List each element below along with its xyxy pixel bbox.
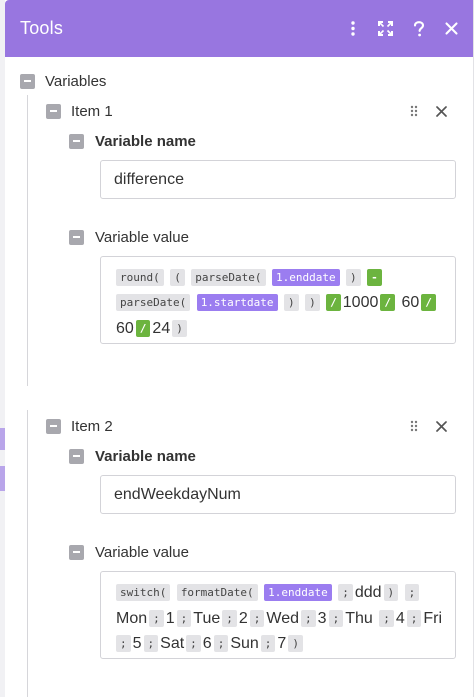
separator-token[interactable]: ; [116, 634, 131, 652]
item-title: Item 2 [71, 417, 113, 435]
variable-token[interactable]: 1.startdate [196, 294, 278, 312]
plain-text: Tue [193, 609, 221, 627]
plain-text: 1000 [342, 294, 379, 312]
plain-text: 3 [317, 609, 327, 627]
variable-value-editor[interactable]: switch( formatDate( 1.enddate ; ddd) ;Mon… [100, 571, 456, 659]
collapse-toggle[interactable] [69, 544, 84, 560]
separator-token[interactable]: ; [149, 609, 164, 627]
variable-value-editor[interactable]: round( ( parseDate( 1.enddate ) - parseD… [100, 256, 456, 344]
drag-handle-icon[interactable] [407, 104, 421, 118]
item-header[interactable]: Item 2 [46, 417, 113, 435]
panel-title: Tools [20, 18, 64, 38]
separator-token[interactable]: ; [379, 609, 394, 627]
variable-name-value: endWeekdayNum [114, 485, 241, 503]
function-token[interactable]: ) [172, 319, 187, 337]
variable-token[interactable]: 1.enddate [271, 269, 340, 287]
variables-label: Variables [45, 72, 107, 90]
tools-panel: Tools Variables Item 1 Variable name dif… [5, 0, 474, 697]
function-token[interactable]: round( [116, 269, 164, 287]
collapse-toggle[interactable] [69, 133, 84, 149]
variable-value-label-row: Variable value [69, 228, 189, 246]
plain-text: 1 [165, 609, 175, 627]
variable-token[interactable]: 1.enddate [264, 584, 332, 602]
variable-name-input[interactable]: difference [100, 160, 456, 199]
panel-header: Tools [5, 0, 473, 57]
collapse-toggle[interactable] [46, 418, 61, 434]
collapse-toggle[interactable] [69, 229, 84, 245]
help-icon[interactable] [410, 20, 427, 37]
function-token[interactable]: ) [284, 294, 299, 312]
plain-text: ddd [354, 584, 382, 602]
plain-text: Fri [423, 609, 443, 627]
collapse-toggle[interactable] [20, 73, 35, 89]
function-token[interactable]: formatDate( [176, 584, 258, 602]
plain-text: Sat [160, 634, 185, 652]
function-token[interactable]: switch( [116, 584, 171, 602]
drag-handle-icon[interactable] [407, 419, 421, 433]
function-token[interactable]: parseDate( [191, 269, 266, 287]
variable-value-label: Variable value [95, 543, 189, 561]
variable-name-label-row: Variable name [69, 132, 196, 150]
close-icon[interactable] [443, 20, 460, 37]
operator-token[interactable]: / [326, 294, 341, 312]
collapse-toggle[interactable] [46, 103, 61, 119]
remove-item-icon[interactable] [434, 104, 448, 118]
separator-token[interactable]: ; [222, 609, 237, 627]
separator-token[interactable]: ; [338, 584, 353, 602]
function-token[interactable]: ) [346, 269, 361, 287]
operator-token[interactable]: / [421, 294, 436, 312]
plain-text: 5 [132, 634, 142, 652]
separator-token[interactable]: ; [249, 609, 265, 627]
plain-text: 60 [116, 319, 134, 337]
separator-token[interactable]: ; [301, 609, 316, 627]
more-options-icon[interactable] [344, 20, 361, 37]
separator-token[interactable]: ; [213, 634, 229, 652]
separator-token[interactable]: ; [404, 584, 420, 602]
plain-text: Mon [116, 609, 148, 627]
plain-text: 6 [202, 634, 212, 652]
collapse-toggle[interactable] [69, 448, 84, 464]
variable-name-input[interactable]: endWeekdayNum [100, 475, 456, 514]
variable-name-label-row: Variable name [69, 447, 196, 465]
separator-token[interactable]: ; [260, 634, 276, 652]
operator-token[interactable]: / [135, 319, 151, 337]
operator-token[interactable]: / [380, 294, 395, 312]
plain-text: 24 [152, 319, 171, 337]
function-token[interactable]: ) [288, 634, 303, 652]
separator-token[interactable]: ; [186, 634, 201, 652]
function-token[interactable]: ( [170, 269, 185, 287]
separator-token[interactable]: ; [406, 609, 422, 627]
tree-line [27, 95, 28, 386]
separator-token[interactable]: ; [176, 609, 192, 627]
operator-token[interactable]: - [367, 269, 382, 287]
plain-text: Sun [230, 634, 259, 652]
plain-text: 4 [395, 609, 405, 627]
variable-name-label: Variable name [95, 132, 196, 150]
separator-token[interactable]: ; [143, 634, 159, 652]
function-token[interactable]: ) [305, 294, 320, 312]
remove-item-icon[interactable] [434, 419, 448, 433]
function-token[interactable]: parseDate( [116, 294, 191, 312]
expand-icon[interactable] [377, 20, 394, 37]
item-header[interactable]: Item 1 [46, 102, 113, 120]
plain-text: Thu [345, 609, 373, 627]
variables-section-header[interactable]: Variables [20, 72, 107, 90]
plain-text: Wed [266, 609, 300, 627]
plain-text: 60 [401, 294, 420, 312]
item-title: Item 1 [71, 102, 113, 120]
plain-text: 7 [277, 634, 287, 652]
variable-name-label: Variable name [95, 447, 196, 465]
tree-line [27, 410, 28, 697]
separator-token[interactable]: ; [328, 609, 344, 627]
plain-text: 2 [238, 609, 248, 627]
variable-value-label: Variable value [95, 228, 189, 246]
variable-name-value: difference [114, 170, 184, 188]
variable-value-label-row: Variable value [69, 543, 189, 561]
function-token[interactable]: ) [383, 584, 399, 602]
